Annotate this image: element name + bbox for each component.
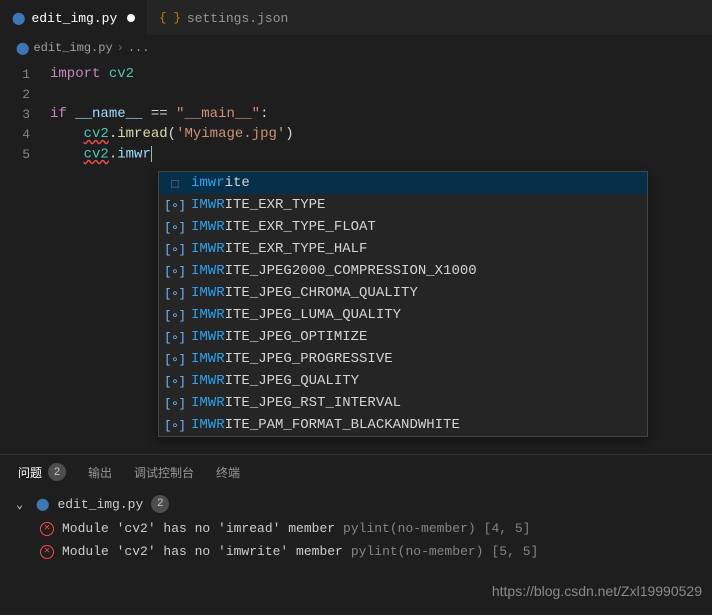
variable-icon: [∘]	[167, 351, 183, 367]
chevron-down-icon: ⌄	[16, 497, 28, 512]
variable-icon: [∘]	[167, 417, 183, 433]
suggest-item[interactable]: ⬚ imwrite	[159, 172, 647, 194]
python-file-icon: ⬤	[16, 41, 29, 56]
suggest-label: IMWRITE_JPEG_QUALITY	[191, 373, 359, 389]
suggest-label: IMWRITE_JPEG_PROGRESSIVE	[191, 351, 393, 367]
line-number: 1	[0, 67, 50, 82]
problem-source: pylint(no-member)	[343, 521, 476, 536]
suggest-item[interactable]: [∘] IMWRITE_EXR_TYPE_HALF	[159, 238, 647, 260]
problem-item[interactable]: ✕ Module 'cv2' has no 'imwrite' member p…	[12, 540, 700, 563]
problem-source: pylint(no-member)	[351, 544, 484, 559]
suggest-label: IMWRITE_PAM_FORMAT_BLACKANDWHITE	[191, 417, 460, 433]
suggest-label: imwrite	[191, 175, 250, 191]
watermark: https://blog.csdn.net/Zxl19990529	[492, 583, 702, 599]
variable-icon: [∘]	[167, 219, 183, 235]
suggest-label: IMWRITE_JPEG_LUMA_QUALITY	[191, 307, 401, 323]
problems-list: ⌄ ⬤ edit_img.py 2 ✕ Module 'cv2' has no …	[0, 487, 712, 571]
variable-icon: [∘]	[167, 395, 183, 411]
suggest-item[interactable]: [∘] IMWRITE_JPEG_RST_INTERVAL	[159, 392, 647, 414]
code-editor[interactable]: 1 import cv2 2 3 if __name__ == "__main_…	[0, 60, 712, 168]
tab-edit-img[interactable]: ⬤ edit_img.py	[0, 0, 147, 36]
variable-icon: [∘]	[167, 285, 183, 301]
variable-icon: [∘]	[167, 329, 183, 345]
panel-tab-output[interactable]: 输出	[88, 463, 112, 481]
line-number: 2	[0, 87, 50, 102]
panel-tab-problems[interactable]: 问题 2	[18, 463, 66, 481]
suggest-item[interactable]: [∘] IMWRITE_JPEG_LUMA_QUALITY	[159, 304, 647, 326]
suggest-label: IMWRITE_JPEG_CHROMA_QUALITY	[191, 285, 418, 301]
variable-icon: [∘]	[167, 307, 183, 323]
panel-tabs: 问题 2 输出 调试控制台 终端	[0, 455, 712, 487]
tab-label: settings.json	[187, 11, 288, 26]
breadcrumb[interactable]: ⬤ edit_img.py › ...	[0, 36, 712, 60]
suggest-item[interactable]: [∘] IMWRITE_JPEG_PROGRESSIVE	[159, 348, 647, 370]
error-icon: ✕	[40, 545, 54, 559]
suggest-label: IMWRITE_EXR_TYPE	[191, 197, 325, 213]
tab-settings-json[interactable]: { } settings.json	[147, 0, 300, 36]
tab-label: edit_img.py	[31, 11, 117, 26]
text-cursor	[151, 146, 152, 162]
variable-icon: [∘]	[167, 197, 183, 213]
suggest-label: IMWRITE_JPEG_OPTIMIZE	[191, 329, 367, 345]
problem-message: Module 'cv2' has no 'imwrite' member	[62, 544, 343, 559]
variable-icon: [∘]	[167, 263, 183, 279]
modified-indicator-icon	[127, 14, 135, 22]
suggest-item[interactable]: [∘] IMWRITE_PAM_FORMAT_BLACKANDWHITE	[159, 414, 647, 436]
problem-message: Module 'cv2' has no 'imread' member	[62, 521, 335, 536]
line-number: 3	[0, 107, 50, 122]
suggest-item[interactable]: [∘] IMWRITE_EXR_TYPE	[159, 194, 647, 216]
panel-tab-debug-console[interactable]: 调试控制台	[134, 463, 194, 481]
python-file-icon: ⬤	[36, 497, 49, 512]
line-number: 4	[0, 127, 50, 142]
problem-location: [5, 5]	[491, 544, 538, 559]
problems-count-badge: 2	[48, 463, 66, 481]
file-problem-count-badge: 2	[151, 495, 169, 513]
python-file-icon: ⬤	[12, 11, 25, 26]
suggest-item[interactable]: [∘] IMWRITE_JPEG_QUALITY	[159, 370, 647, 392]
breadcrumb-trail: ...	[128, 41, 150, 55]
problems-file-group[interactable]: ⌄ ⬤ edit_img.py 2	[12, 491, 700, 517]
panel-tab-terminal[interactable]: 终端	[216, 463, 240, 481]
variable-icon: [∘]	[167, 373, 183, 389]
suggest-label: IMWRITE_EXR_TYPE_FLOAT	[191, 219, 376, 235]
autocomplete-popup[interactable]: ⬚ imwrite [∘] IMWRITE_EXR_TYPE [∘] IMWRITE_EX…	[158, 171, 648, 437]
suggest-item[interactable]: [∘] IMWRITE_JPEG_OPTIMIZE	[159, 326, 647, 348]
variable-icon: [∘]	[167, 241, 183, 257]
problem-location: [4, 5]	[484, 521, 531, 536]
suggest-item[interactable]: [∘] IMWRITE_EXR_TYPE_FLOAT	[159, 216, 647, 238]
json-file-icon: { }	[159, 11, 181, 25]
suggest-label: IMWRITE_JPEG2000_COMPRESSION_X1000	[191, 263, 477, 279]
problems-file-name: edit_img.py	[57, 497, 143, 512]
breadcrumb-file: edit_img.py	[33, 41, 112, 55]
suggest-label: IMWRITE_JPEG_RST_INTERVAL	[191, 395, 401, 411]
line-number: 5	[0, 147, 50, 162]
editor-tabs: ⬤ edit_img.py { } settings.json	[0, 0, 712, 36]
error-icon: ✕	[40, 522, 54, 536]
method-icon: ⬚	[167, 175, 183, 191]
chevron-right-icon: ›	[117, 41, 124, 55]
bottom-panel: 问题 2 输出 调试控制台 终端 ⌄ ⬤ edit_img.py 2 ✕ Mod…	[0, 454, 712, 571]
problem-item[interactable]: ✕ Module 'cv2' has no 'imread' member py…	[12, 517, 700, 540]
suggest-item[interactable]: [∘] IMWRITE_JPEG2000_COMPRESSION_X1000	[159, 260, 647, 282]
suggest-label: IMWRITE_EXR_TYPE_HALF	[191, 241, 367, 257]
suggest-item[interactable]: [∘] IMWRITE_JPEG_CHROMA_QUALITY	[159, 282, 647, 304]
